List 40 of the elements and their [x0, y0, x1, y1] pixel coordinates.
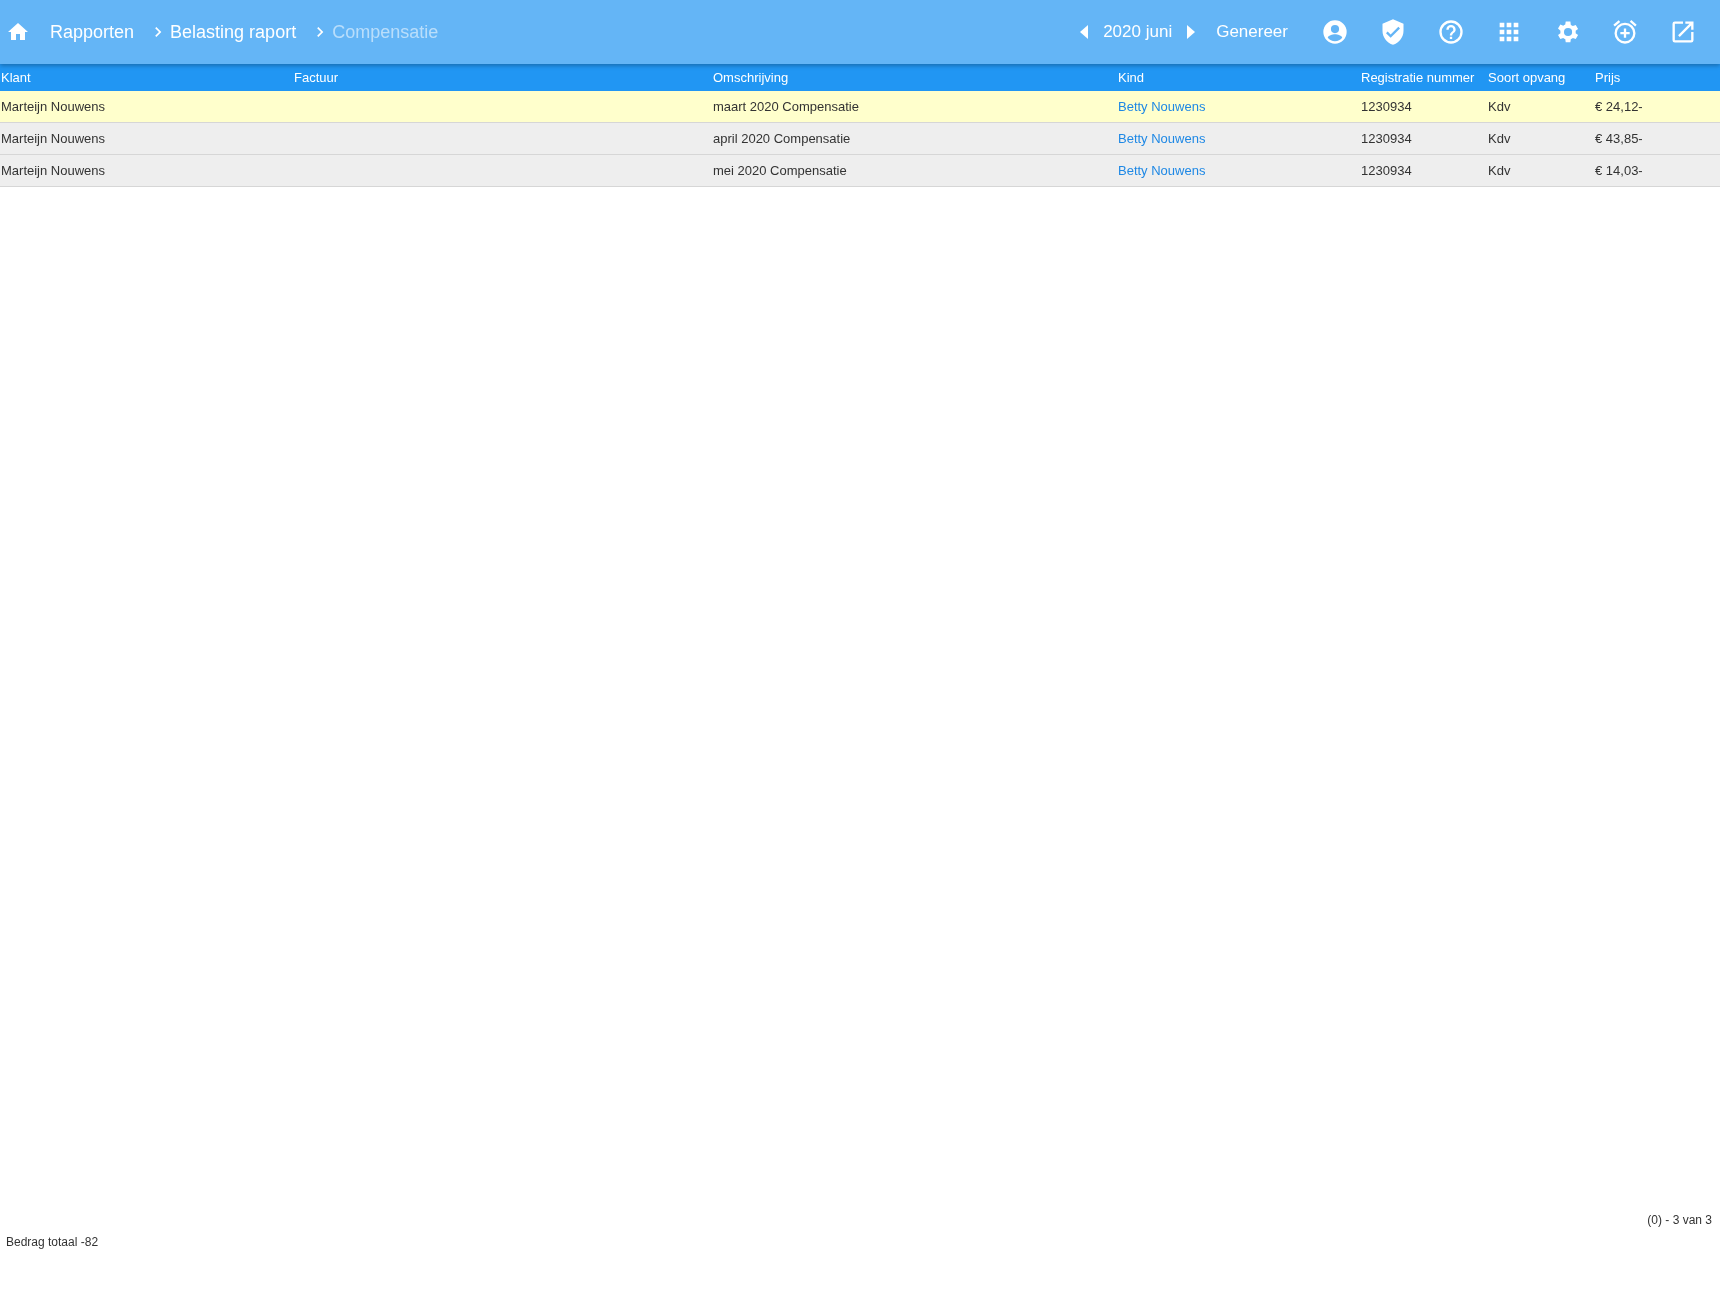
- column-header[interactable]: Klant: [0, 70, 293, 85]
- table-cell-text: Kdv: [1487, 163, 1512, 178]
- alarm-add-icon[interactable]: [1611, 18, 1639, 46]
- table-cell-text: Kdv: [1487, 99, 1512, 114]
- table-cell-text: € 43,85-: [1594, 131, 1644, 146]
- table-cell-text: 1230934: [1360, 131, 1413, 146]
- child-link[interactable]: Betty Nouwens: [1117, 131, 1360, 146]
- pagination-label: (0) - 3 van 3: [1647, 1213, 1712, 1227]
- table-row[interactable]: Marteijn Nouwens maart 2020 Compensatie Betty Nouwens 1230934 Kdv € 24,12-: [0, 91, 1720, 123]
- breadcrumb-link[interactable]: Rapporten: [50, 21, 135, 43]
- table-cell-text: mei 2020 Compensatie: [712, 163, 848, 178]
- column-header[interactable]: Factuur: [293, 70, 712, 85]
- table-cell-text: € 24,12-: [1594, 99, 1644, 114]
- table-cell-text: € 14,03-: [1594, 163, 1644, 178]
- table-row[interactable]: Marteijn Nouwens mei 2020 Compensatie Betty Nouwens 1230934 Kdv € 14,03-: [0, 155, 1720, 187]
- breadcrumb-link[interactable]: Compensatie: [332, 21, 439, 43]
- column-header[interactable]: Kind: [1117, 70, 1360, 85]
- total-amount: Bedrag totaal -82: [6, 1235, 99, 1249]
- table-cell-text: maart 2020 Compensatie: [712, 99, 860, 114]
- previous-arrow-icon[interactable]: [1079, 24, 1090, 40]
- column-header[interactable]: Omschrijving: [712, 70, 1117, 85]
- table-cell-text: april 2020 Compensatie: [712, 131, 852, 146]
- generate-button[interactable]: Genereer: [1210, 18, 1294, 46]
- table-cell-text: 1230934: [1360, 99, 1413, 114]
- breadcrumb-link[interactable]: Belasting raport: [170, 21, 297, 43]
- child-link[interactable]: Betty Nouwens: [1117, 163, 1360, 178]
- table-row[interactable]: Marteijn Nouwens april 2020 Compensatie Betty Nouwens 1230934 Kdv € 43,85-: [0, 123, 1720, 155]
- help-icon[interactable]: [1437, 18, 1465, 46]
- next-arrow-icon[interactable]: [1186, 24, 1197, 40]
- column-header[interactable]: Prijs: [1594, 70, 1720, 85]
- column-header[interactable]: Soort opvang: [1487, 70, 1594, 85]
- table-cell-text: Kdv: [1487, 131, 1512, 146]
- table-cell-text: Marteijn Nouwens: [0, 99, 107, 114]
- column-header[interactable]: Registratie nummer: [1360, 70, 1487, 85]
- period-label: 2020 juni: [1103, 22, 1173, 42]
- account-icon[interactable]: [1321, 18, 1349, 46]
- child-link[interactable]: Betty Nouwens: [1117, 99, 1360, 114]
- table-cell-text: Marteijn Nouwens: [0, 131, 107, 146]
- table-cell-text: Marteijn Nouwens: [0, 163, 107, 178]
- table-cell-text: 1230934: [1360, 163, 1413, 178]
